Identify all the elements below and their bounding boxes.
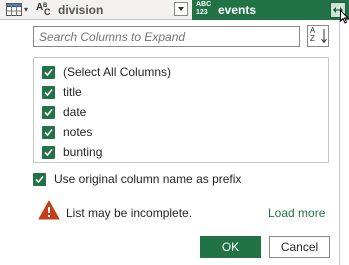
checkbox-checked[interactable] — [33, 173, 46, 186]
list-item-label: title — [63, 85, 82, 99]
search-columns-input[interactable] — [33, 26, 300, 47]
sort-az-button[interactable]: AZ — [307, 25, 329, 47]
incomplete-list-warning: List may be incomplete. — [66, 206, 193, 220]
load-more-link[interactable]: Load more — [268, 206, 325, 220]
ok-button[interactable]: OK — [200, 236, 261, 258]
sort-az-icon: AZ — [310, 26, 316, 43]
list-item-label: notes — [63, 125, 93, 139]
list-item-label: (Select All Columns) — [63, 65, 172, 79]
columns-list: (Select All Columns) title date notes bu… — [33, 57, 329, 163]
mouse-cursor-icon — [340, 9, 349, 29]
any-type-icon[interactable]: ABC 123 — [196, 1, 211, 17]
checkbox-checked[interactable] — [42, 106, 55, 119]
checkbox-checked[interactable] — [42, 146, 55, 159]
chevron-down-icon[interactable]: ▾ — [24, 5, 28, 15]
column-name-events[interactable]: events — [218, 3, 256, 17]
column-filter-dropdown[interactable] — [174, 2, 188, 16]
column-name-division[interactable]: division — [58, 3, 103, 17]
checkbox-checked[interactable] — [42, 66, 55, 79]
list-item-label: bunting — [63, 145, 103, 159]
column-header-events[interactable]: ABC 123 events — [192, 0, 349, 20]
use-prefix-label: Use original column name as prefix — [54, 172, 242, 186]
warning-icon — [38, 200, 60, 225]
list-item-label: date — [63, 105, 87, 119]
table-icon[interactable] — [6, 3, 22, 21]
checkbox-checked[interactable] — [42, 86, 55, 99]
cancel-button[interactable]: Cancel — [269, 236, 330, 258]
abc-text-type-icon[interactable]: AC B — [36, 1, 54, 19]
column-header-division: ▾ AC B division — [0, 0, 190, 20]
checkbox-checked[interactable] — [42, 126, 55, 139]
column-header-bar: ▾ AC B division ABC 123 events — [0, 0, 349, 24]
